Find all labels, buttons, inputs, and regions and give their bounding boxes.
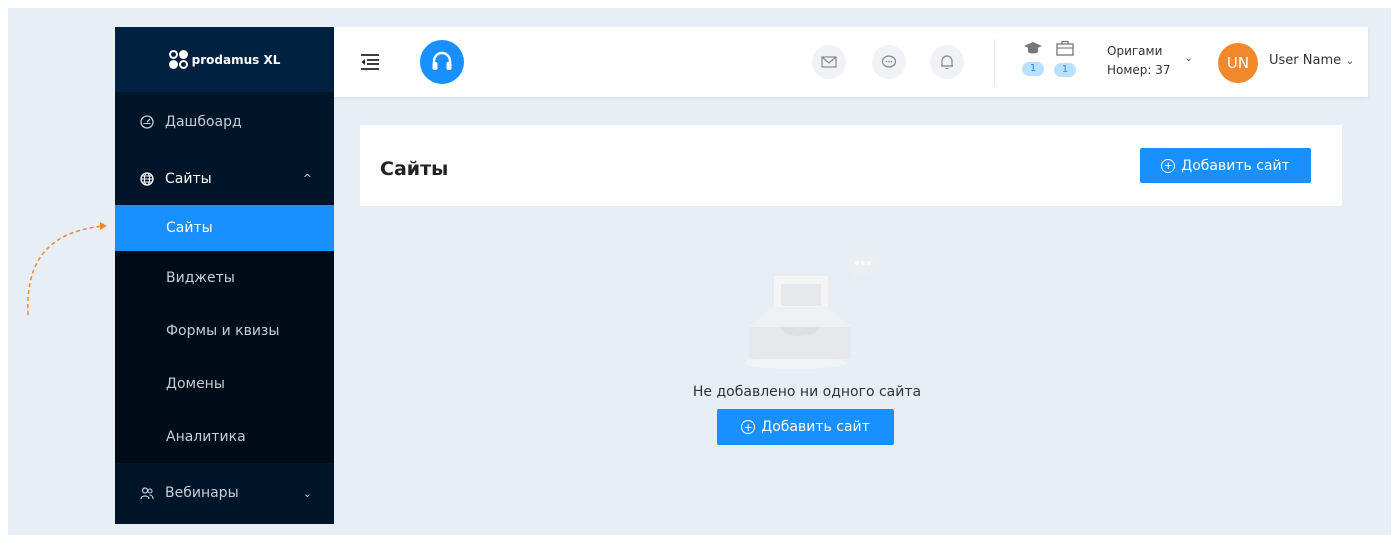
sidebar-group-sites[interactable]: Сайты ^ — [115, 152, 334, 205]
chevron-down-icon[interactable]: ⌄ — [1184, 51, 1193, 64]
sidebar-item-dashboard[interactable]: Дашбоард — [115, 92, 334, 152]
page-title: Сайты — [380, 158, 449, 180]
support-headset-icon[interactable] — [420, 40, 464, 84]
dashboard-icon — [139, 114, 155, 130]
user-menu[interactable]: User Name ⌄ — [1269, 53, 1354, 68]
sidebar-item-label: Виджеты — [166, 269, 235, 286]
empty-inbox-icon — [745, 249, 880, 369]
sidebar-item-label: Домены — [166, 375, 225, 392]
empty-state-text: Не добавлено ни одного сайта — [692, 384, 922, 400]
org-number: Номер: 37 — [1107, 63, 1171, 77]
sidebar-item-label: Сайты — [166, 220, 213, 236]
sidebar-item-domains[interactable]: Домены — [115, 357, 334, 410]
top-header: 1 1 Оригами Номер: 37 ⌄ UN User Name ⌄ — [334, 27, 1368, 97]
chevron-up-icon: ^ — [302, 172, 312, 185]
sidebar-item-label: Формы и квизы — [166, 322, 280, 339]
bell-icon[interactable] — [930, 45, 964, 79]
courses-count-badge: 1 — [1022, 62, 1044, 76]
sidebar-item-forms[interactable]: Формы и квизы — [115, 304, 334, 357]
menu-collapse-icon[interactable] — [360, 53, 380, 71]
brand-logo[interactable]: prodamus XL — [115, 27, 334, 92]
plus-circle-icon: + — [741, 420, 756, 434]
chat-icon[interactable] — [872, 45, 906, 79]
add-site-button-label: Добавить сайт — [1181, 157, 1290, 174]
brand-logo-icon — [168, 50, 188, 69]
sidebar-group-webinars[interactable]: Вебинары ⌄ — [115, 463, 334, 523]
header-divider — [994, 39, 995, 85]
sidebar: prodamus XL Дашбоард Сайты ^ Сайты Видже… — [115, 27, 334, 524]
add-site-button[interactable]: + Добавить сайт — [1140, 148, 1311, 183]
page-header-card: Сайты + Добавить сайт — [360, 125, 1342, 206]
briefcase-icon — [1056, 40, 1074, 56]
projects-counter[interactable]: 1 — [1052, 40, 1078, 86]
plus-circle-icon: + — [1161, 158, 1176, 173]
globe-icon — [139, 171, 155, 187]
sidebar-item-analytics[interactable]: Аналитика — [115, 410, 334, 463]
user-name: User Name — [1269, 53, 1342, 68]
chevron-down-icon: ⌄ — [1345, 54, 1355, 67]
courses-counter[interactable]: 1 — [1020, 40, 1046, 86]
empty-add-site-button[interactable]: + Добавить сайт — [717, 409, 894, 445]
graduation-cap-icon — [1024, 42, 1042, 54]
sidebar-item-dashboard-label: Дашбоард — [165, 114, 242, 130]
org-name: Оригами — [1107, 44, 1163, 58]
organization-selector[interactable]: Оригами Номер: 37 — [1107, 42, 1171, 80]
sidebar-item-label: Аналитика — [166, 428, 246, 445]
projects-count-badge: 1 — [1054, 63, 1076, 77]
sidebar-group-sites-label: Сайты — [165, 170, 212, 187]
hint-arrow-icon — [27, 222, 107, 316]
sidebar-item-sites[interactable]: Сайты — [115, 205, 334, 251]
sidebar-item-widgets[interactable]: Виджеты — [115, 251, 334, 304]
sidebar-group-webinars-label: Вебинары — [165, 485, 239, 501]
empty-add-site-button-label: Добавить сайт — [761, 419, 870, 435]
chevron-down-icon: ⌄ — [302, 486, 312, 500]
sites-submenu: Сайты Виджеты Формы и квизы Домены Анали… — [115, 205, 334, 463]
brand-logo-text: prodamus XL — [191, 52, 281, 67]
mail-icon[interactable] — [812, 45, 846, 79]
avatar[interactable]: UN — [1218, 43, 1258, 83]
users-icon — [139, 485, 155, 501]
